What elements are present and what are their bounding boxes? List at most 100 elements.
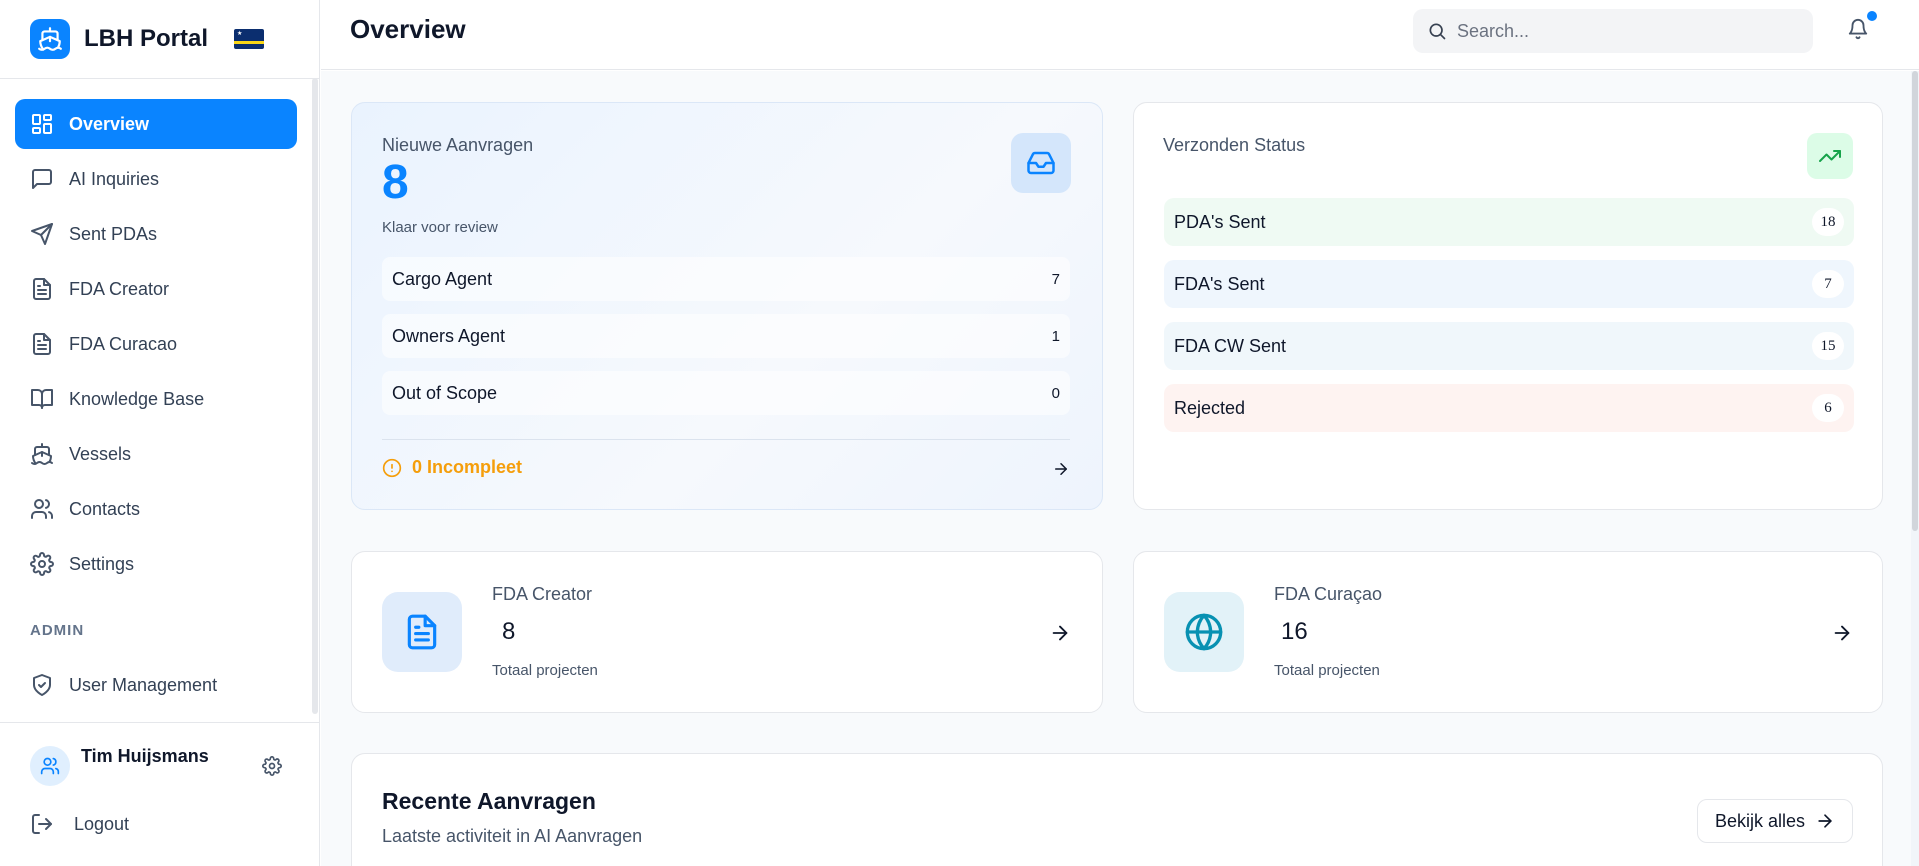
list-item-pdas-sent[interactable]: PDA's Sent 18: [1164, 198, 1854, 246]
sidebar: LBH Portal ★ Overview AI Inquiries Sent …: [0, 0, 320, 866]
sidebar-item-label: Sent PDAs: [69, 223, 158, 244]
list-item-rejected[interactable]: Rejected 6: [1164, 384, 1854, 432]
count-badge: 7: [1812, 270, 1844, 298]
sidebar-item-label: Knowledge Base: [69, 388, 205, 409]
user-settings-gear-icon[interactable]: [262, 756, 282, 776]
shield-check-icon: [30, 673, 54, 697]
recent-requests-card: Recente Aanvragen Laatste activiteit in …: [351, 753, 1883, 866]
message-square-icon: [30, 167, 54, 191]
globe-icon: [1164, 592, 1244, 672]
settings-icon: [30, 552, 54, 576]
file-text-icon: [30, 332, 54, 356]
logout-button[interactable]: Logout: [30, 812, 129, 836]
count-badge: 15: [1812, 332, 1844, 360]
avatar: [30, 746, 70, 786]
sidebar-item-label: Contacts: [69, 498, 141, 519]
log-out-icon: [30, 812, 54, 836]
list-item-fda-cw-sent[interactable]: FDA CW Sent 15: [1164, 322, 1854, 370]
row-label: Rejected: [1174, 397, 1246, 418]
divider: [0, 78, 320, 79]
users-icon: [40, 757, 60, 775]
user-name: Tim Huijsmans: [81, 746, 209, 766]
topbar: Overview: [321, 0, 1919, 70]
arrow-right-icon[interactable]: [1052, 460, 1070, 478]
sidebar-item-knowledge-base[interactable]: Knowledge Base: [15, 374, 297, 424]
sidebar-item-sent-pdas[interactable]: Sent PDAs: [15, 209, 297, 259]
bell-icon[interactable]: [1847, 18, 1869, 40]
page-title: Overview: [350, 14, 466, 44]
file-text-icon: [382, 592, 462, 672]
incomplete-label: 0 Incompleet: [412, 457, 523, 477]
new-requests-count: 8: [382, 156, 409, 209]
sidebar-item-label: User Management: [69, 674, 218, 695]
sidebar-item-label: FDA Creator: [69, 278, 170, 299]
row-label: PDA's Sent: [1174, 211, 1266, 232]
sidebar-item-ai-inquiries[interactable]: AI Inquiries: [15, 154, 297, 204]
list-item-fdas-sent[interactable]: FDA's Sent 7: [1164, 260, 1854, 308]
brand-title: LBH Portal: [84, 25, 209, 52]
admin-section-label: ADMIN: [30, 622, 85, 639]
search-box[interactable]: [1413, 9, 1813, 53]
sent-status-card: Verzonden Status PDA's Sent 18 FDA's Sen…: [1133, 102, 1883, 510]
search-input[interactable]: [1457, 20, 1797, 42]
card-sub-label: Klaar voor review: [382, 219, 498, 236]
row-label: FDA's Sent: [1174, 273, 1265, 294]
recent-sub: Laatste activiteit in AI Aanvragen: [382, 826, 643, 846]
curacao-flag-icon: ★: [234, 29, 265, 49]
sidebar-item-label: AI Inquiries: [69, 168, 160, 189]
user-profile[interactable]: Tim Huijsmans: [30, 746, 209, 786]
card-sub-label: Totaal projecten: [1274, 662, 1380, 679]
file-text-icon: [30, 277, 54, 301]
view-all-label: Bekijk alles: [1714, 810, 1806, 831]
main-scrollbar[interactable]: [1911, 71, 1919, 866]
users-icon: [30, 497, 54, 521]
sidebar-item-fda-curacao[interactable]: FDA Curacao: [15, 319, 297, 369]
fda-curacao-count: 16: [1281, 618, 1308, 645]
notification-dot: [1867, 11, 1877, 21]
fda-creator-count: 8: [502, 618, 516, 645]
count-badge: 6: [1812, 394, 1844, 422]
card-label: FDA Creator: [492, 584, 593, 604]
search-icon: [1427, 21, 1447, 41]
sidebar-item-vessels[interactable]: Vessels: [15, 429, 297, 479]
sidebar-item-user-management[interactable]: User Management: [15, 660, 297, 710]
sidebar-item-settings[interactable]: Settings: [15, 539, 297, 589]
sidebar-item-label: Settings: [69, 553, 135, 574]
fda-curacao-card[interactable]: FDA Curaçao 16 Totaal projecten: [1133, 551, 1883, 713]
sidebar-item-fda-creator[interactable]: FDA Creator: [15, 264, 297, 314]
row-count: 7: [1051, 270, 1060, 288]
brand[interactable]: LBH Portal ★: [30, 18, 265, 60]
send-icon: [30, 222, 54, 246]
list-item-owners-agent[interactable]: Owners Agent 1: [382, 314, 1070, 358]
sidebar-item-overview[interactable]: Overview: [15, 99, 297, 149]
incomplete-link[interactable]: 0 Incompleet: [382, 457, 522, 478]
book-open-icon: [30, 387, 54, 411]
sidebar-item-contacts[interactable]: Contacts: [15, 484, 297, 534]
ship-icon: [30, 442, 54, 466]
view-all-button[interactable]: Bekijk alles: [1697, 799, 1853, 843]
logout-label: Logout: [74, 813, 130, 834]
divider: [382, 439, 1070, 440]
new-requests-card: Nieuwe Aanvragen 8 Klaar voor review Car…: [351, 102, 1103, 510]
row-count: 0: [1051, 384, 1060, 402]
card-label: Nieuwe Aanvragen: [382, 135, 534, 155]
divider: [0, 722, 320, 723]
sidebar-nav: Overview AI Inquiries Sent PDAs FDA Crea…: [15, 99, 297, 594]
row-label: Out of Scope: [392, 382, 498, 403]
sidebar-item-label: Overview: [69, 113, 150, 134]
arrow-right-icon[interactable]: [1049, 622, 1071, 644]
row-count: 1: [1051, 327, 1060, 345]
list-item-out-of-scope[interactable]: Out of Scope 0: [382, 371, 1070, 415]
card-label: FDA Curaçao: [1274, 584, 1383, 604]
arrow-right-icon: [1815, 811, 1835, 831]
recent-title: Recente Aanvragen: [382, 788, 596, 814]
ship-icon: [30, 19, 70, 59]
alert-circle-icon: [382, 458, 402, 478]
arrow-right-icon[interactable]: [1831, 622, 1853, 644]
sidebar-scrollbar[interactable]: [312, 78, 318, 714]
list-item-cargo-agent[interactable]: Cargo Agent 7: [382, 257, 1070, 301]
row-label: Owners Agent: [392, 325, 506, 346]
fda-creator-card[interactable]: FDA Creator 8 Totaal projecten: [351, 551, 1103, 713]
row-label: FDA CW Sent: [1174, 335, 1287, 356]
trending-up-icon: [1807, 133, 1853, 179]
